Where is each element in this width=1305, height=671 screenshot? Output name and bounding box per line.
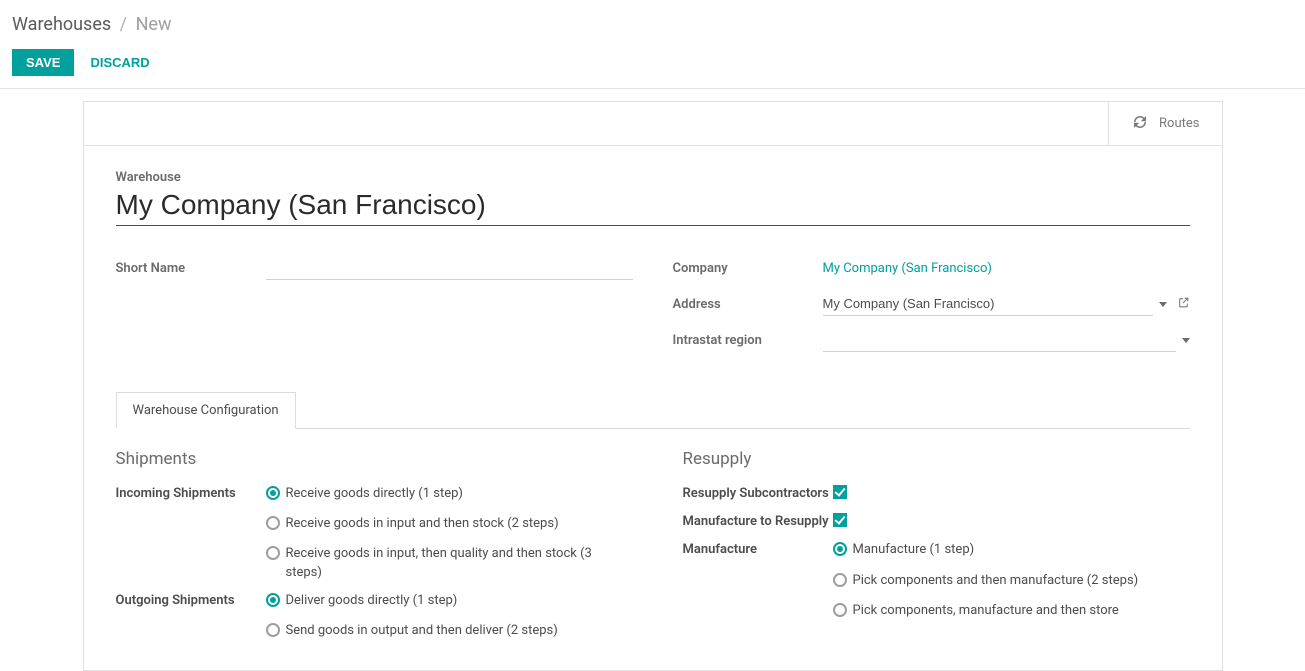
form-sheet: Routes Warehouse Short Name Company (83, 101, 1223, 671)
radio-icon (266, 623, 280, 637)
incoming-shipments-label: Incoming Shipments (116, 485, 266, 503)
address-input[interactable] (823, 292, 1153, 316)
company-label: Company (673, 261, 823, 276)
incoming-option-1[interactable]: Receive goods directly (1 step) (266, 485, 623, 503)
shipments-title: Shipments (116, 449, 623, 469)
breadcrumb-separator: / (120, 14, 127, 35)
routes-label: Routes (1159, 116, 1199, 131)
manufacture-label: Manufacture (683, 541, 833, 559)
incoming-option-2[interactable]: Receive goods in input and then stock (2… (266, 515, 623, 533)
intrastat-label: Intrastat region (673, 333, 823, 348)
manufacture-option-2[interactable]: Pick components and then manufacture (2 … (833, 572, 1190, 590)
short-name-input[interactable] (266, 256, 633, 280)
radio-icon (266, 546, 280, 560)
radio-icon (833, 573, 847, 587)
outgoing-option-2[interactable]: Send goods in output and then deliver (2… (266, 622, 623, 640)
address-label: Address (673, 297, 823, 312)
outgoing-shipments-label: Outgoing Shipments (116, 592, 266, 610)
chevron-down-icon[interactable] (1182, 338, 1190, 343)
radio-icon (833, 542, 847, 556)
outgoing-option-1[interactable]: Deliver goods directly (1 step) (266, 592, 623, 610)
short-name-label: Short Name (116, 261, 266, 276)
warehouse-name-input[interactable] (116, 187, 1190, 226)
resupply-subcontractors-checkbox[interactable] (833, 485, 847, 499)
company-link[interactable]: My Company (San Francisco) (823, 261, 992, 276)
refresh-icon (1131, 113, 1149, 135)
breadcrumb: Warehouses / New (12, 10, 1293, 35)
manufacture-to-resupply-label: Manufacture to Resupply (683, 513, 833, 531)
manufacture-to-resupply-checkbox[interactable] (833, 513, 847, 527)
breadcrumb-root[interactable]: Warehouses (12, 14, 111, 35)
chevron-down-icon[interactable] (1159, 302, 1167, 307)
warehouse-title-label: Warehouse (116, 170, 1190, 185)
breadcrumb-current: New (136, 14, 172, 35)
intrastat-input[interactable] (823, 328, 1176, 352)
radio-icon (266, 593, 280, 607)
toolbar: Warehouses / New SAVE DISCARD (0, 0, 1305, 89)
save-button[interactable]: SAVE (12, 49, 74, 76)
radio-icon (833, 603, 847, 617)
discard-button[interactable]: DISCARD (86, 49, 153, 76)
radio-icon (266, 516, 280, 530)
incoming-option-3[interactable]: Receive goods in input, then quality and… (266, 545, 623, 581)
manufacture-option-3[interactable]: Pick components, manufacture and then st… (833, 602, 1190, 620)
manufacture-option-1[interactable]: Manufacture (1 step) (833, 541, 1190, 559)
tab-warehouse-configuration[interactable]: Warehouse Configuration (116, 392, 296, 429)
resupply-subcontractors-label: Resupply Subcontractors (683, 485, 833, 503)
resupply-title: Resupply (683, 449, 1190, 469)
button-box: Routes (84, 102, 1222, 146)
external-link-icon[interactable] (1177, 296, 1190, 313)
routes-button[interactable]: Routes (1108, 102, 1221, 145)
radio-icon (266, 486, 280, 500)
